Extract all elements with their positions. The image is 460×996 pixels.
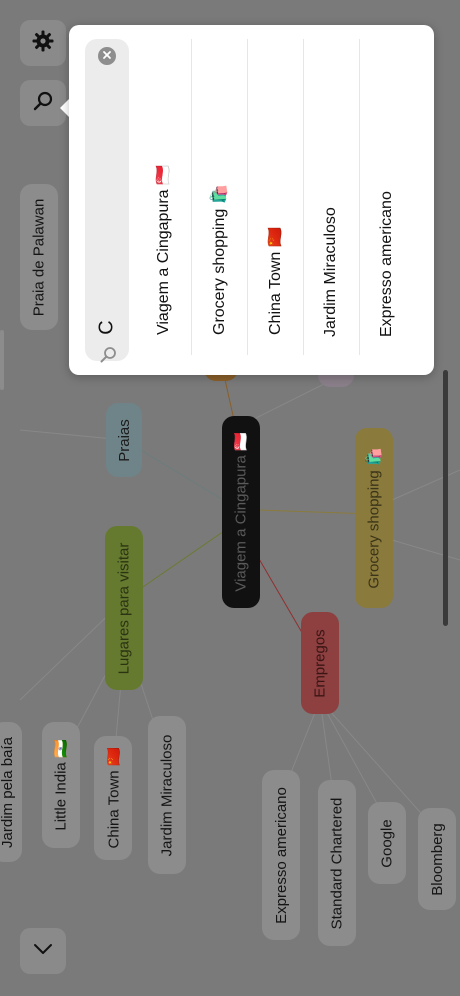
search-field-icon: [98, 345, 118, 365]
search-query-text: C: [95, 319, 118, 335]
gear-icon: [31, 29, 55, 58]
search-input[interactable]: C: [85, 39, 129, 363]
leaf-standard-chartered[interactable]: Standard Chartered: [318, 780, 356, 946]
leaf-little-india[interactable]: Little India 🇮🇳: [42, 722, 80, 848]
leaf-jardim-miraculoso[interactable]: Jardim Miraculoso: [148, 716, 186, 874]
leaf-google[interactable]: Google: [368, 802, 406, 884]
search-result-item[interactable]: Expresso americano: [359, 39, 415, 355]
leaf-praia-de-palawan[interactable]: Praia de Palawan: [20, 184, 58, 330]
settings-button[interactable]: [20, 20, 66, 66]
leaf-china-town[interactable]: China Town 🇨🇳: [94, 736, 132, 860]
search-result-item[interactable]: Jardim Miraculoso: [303, 39, 360, 355]
search-result-item[interactable]: Viagem a Cingapura 🇸🇬: [135, 39, 192, 355]
branch-grocery-shopping[interactable]: Grocery shopping 🛍️: [355, 428, 393, 608]
leaf-node[interactable]: [0, 330, 4, 390]
scrollbar[interactable]: [443, 370, 448, 626]
root-node[interactable]: Viagem a Cingapura 🇸🇬: [222, 416, 260, 608]
search-result-item[interactable]: Grocery shopping 🛍️: [191, 39, 248, 355]
leaf-bloomberg[interactable]: Bloomberg: [418, 808, 456, 910]
search-icon: [31, 89, 55, 118]
leaf-jardim-pela-baia[interactable]: Jardim pela baía: [0, 722, 22, 862]
close-icon: [102, 47, 112, 65]
branch-praias[interactable]: Praias: [106, 403, 142, 477]
search-result-item[interactable]: China Town 🇨🇳: [247, 39, 304, 355]
chevron-down-icon: [31, 937, 55, 966]
leaf-expresso-americano[interactable]: Expresso americano: [262, 770, 300, 940]
clear-search-button[interactable]: [98, 47, 116, 65]
collapse-button[interactable]: [20, 928, 66, 974]
branch-empregos[interactable]: Empregos: [301, 612, 339, 714]
branch-lugares-para-visitar[interactable]: Lugares para visitar: [105, 526, 143, 690]
search-popup: C Viagem a Cingapura 🇸🇬 Grocery shopping…: [69, 25, 434, 375]
